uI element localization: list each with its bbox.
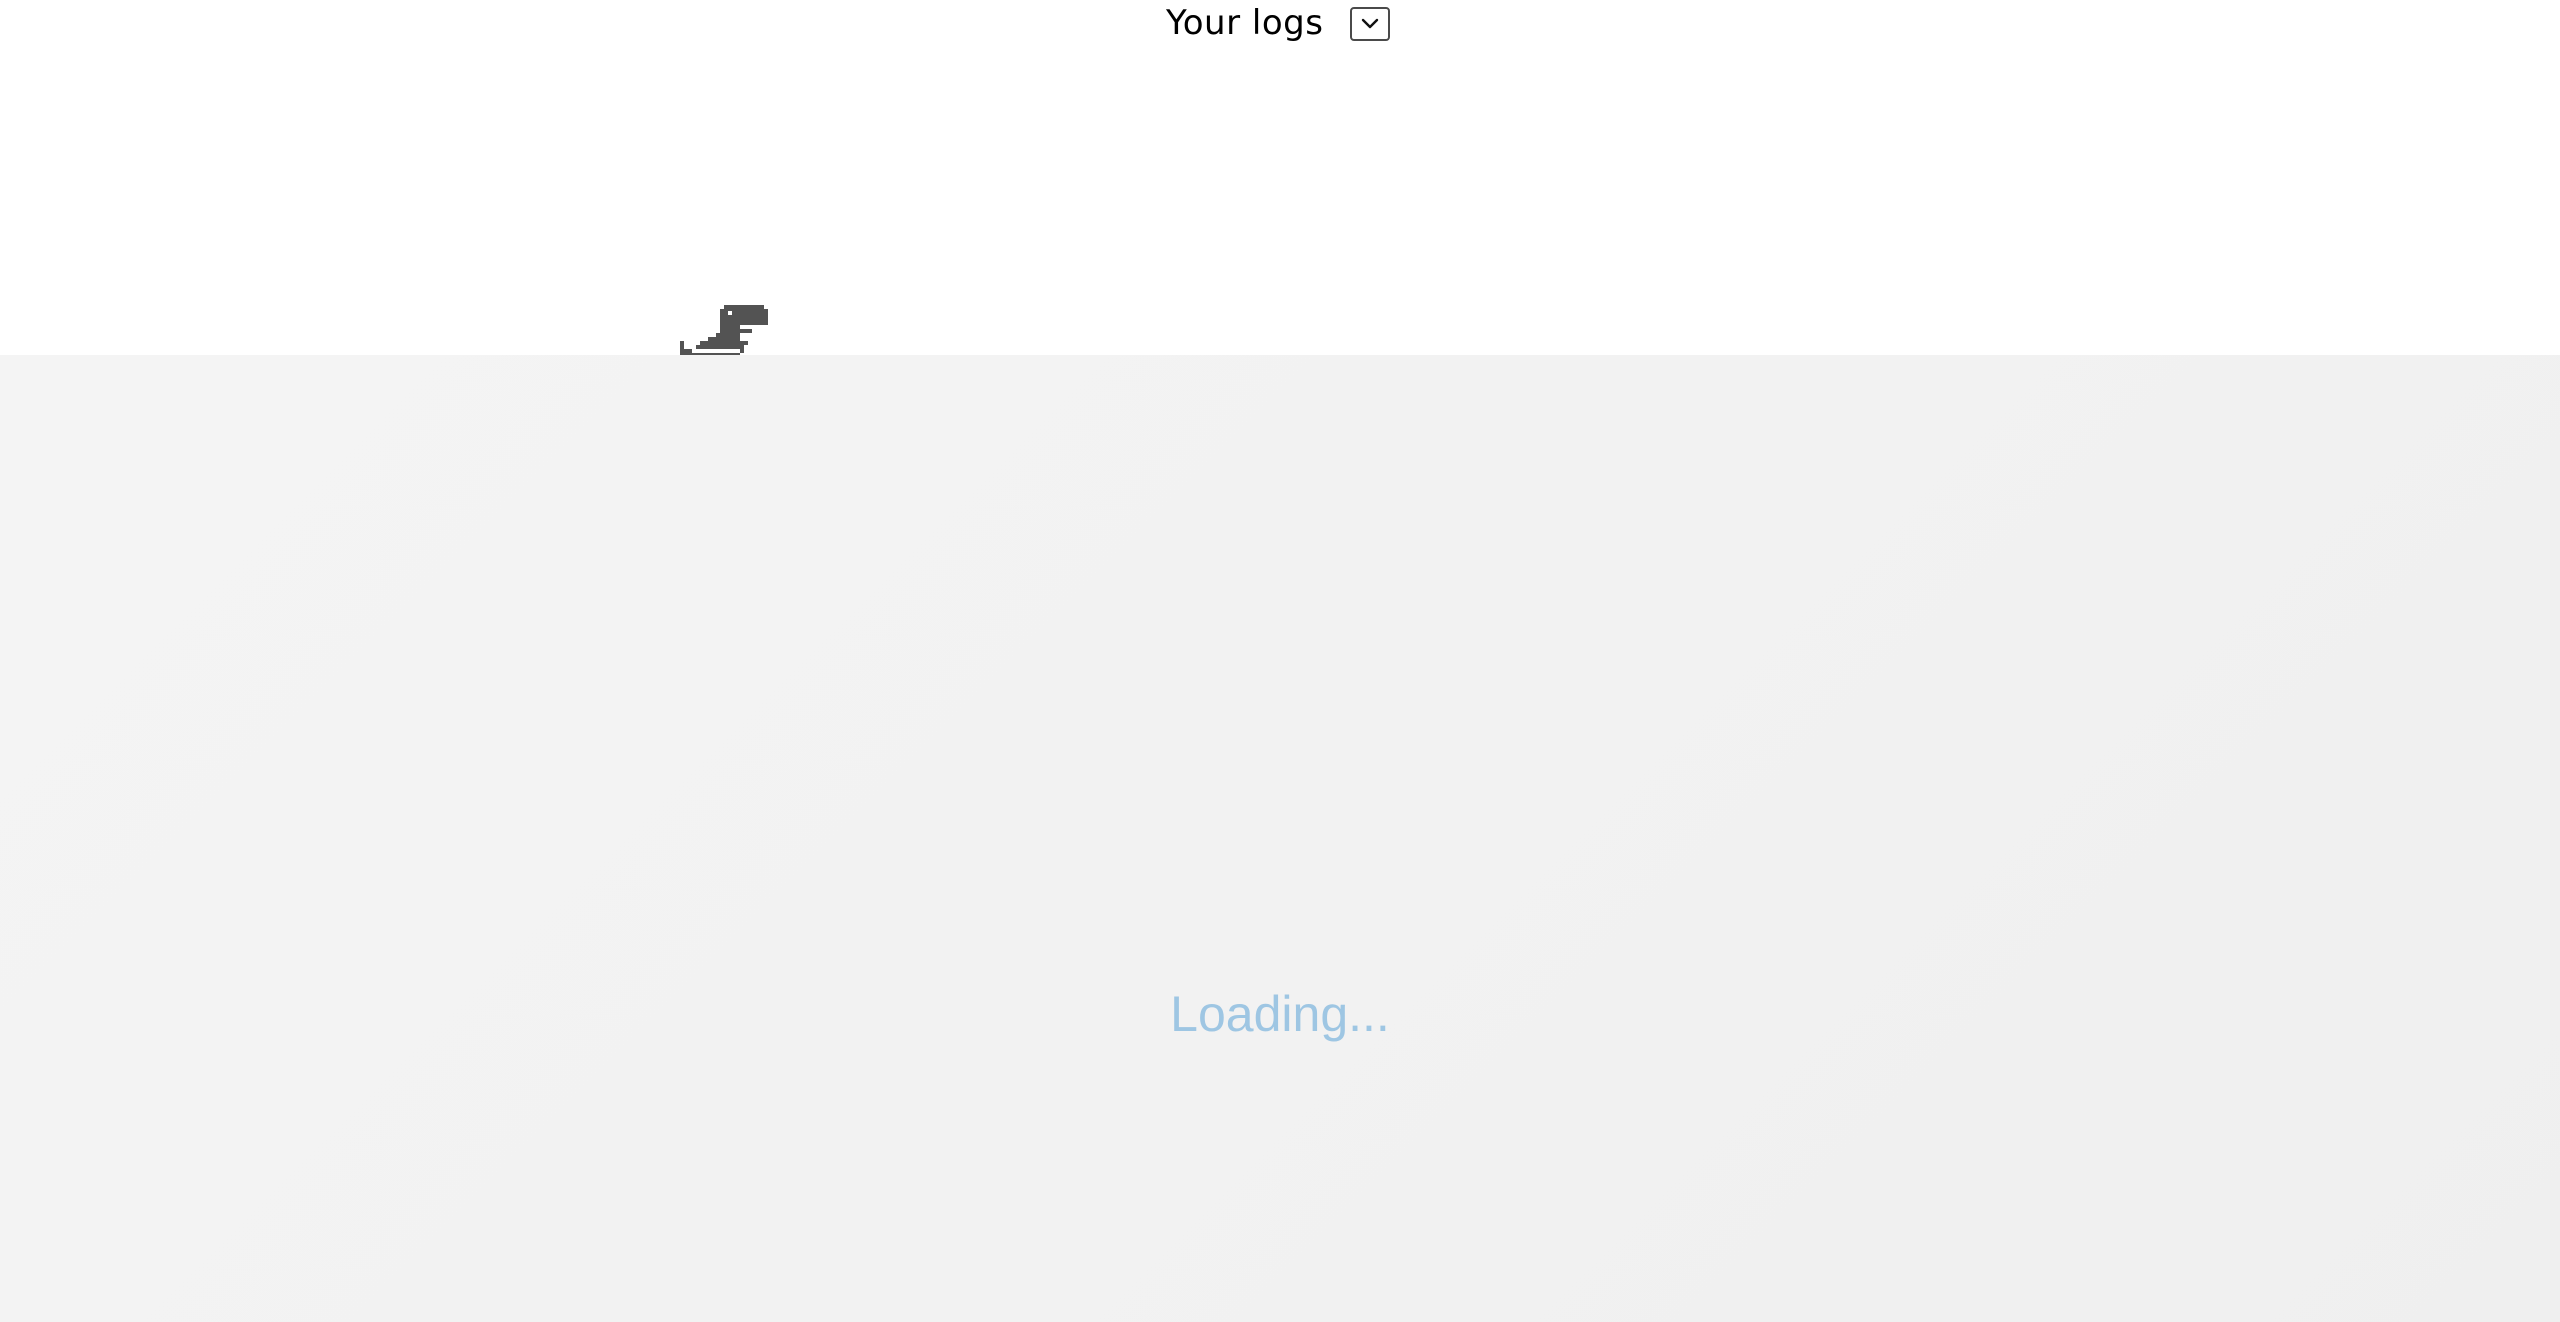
- chevron-down-icon: [1361, 18, 1379, 29]
- loading-panel: Loading...: [0, 355, 2560, 1322]
- dino-game-area[interactable]: [0, 48, 2560, 394]
- header: Your logs: [0, 0, 2560, 48]
- page-title: Your logs: [1166, 3, 1324, 43]
- loading-text: Loading...: [1170, 986, 1390, 1042]
- logs-dropdown[interactable]: [1350, 7, 1390, 41]
- page: Your logs Loading...: [0, 0, 2560, 1322]
